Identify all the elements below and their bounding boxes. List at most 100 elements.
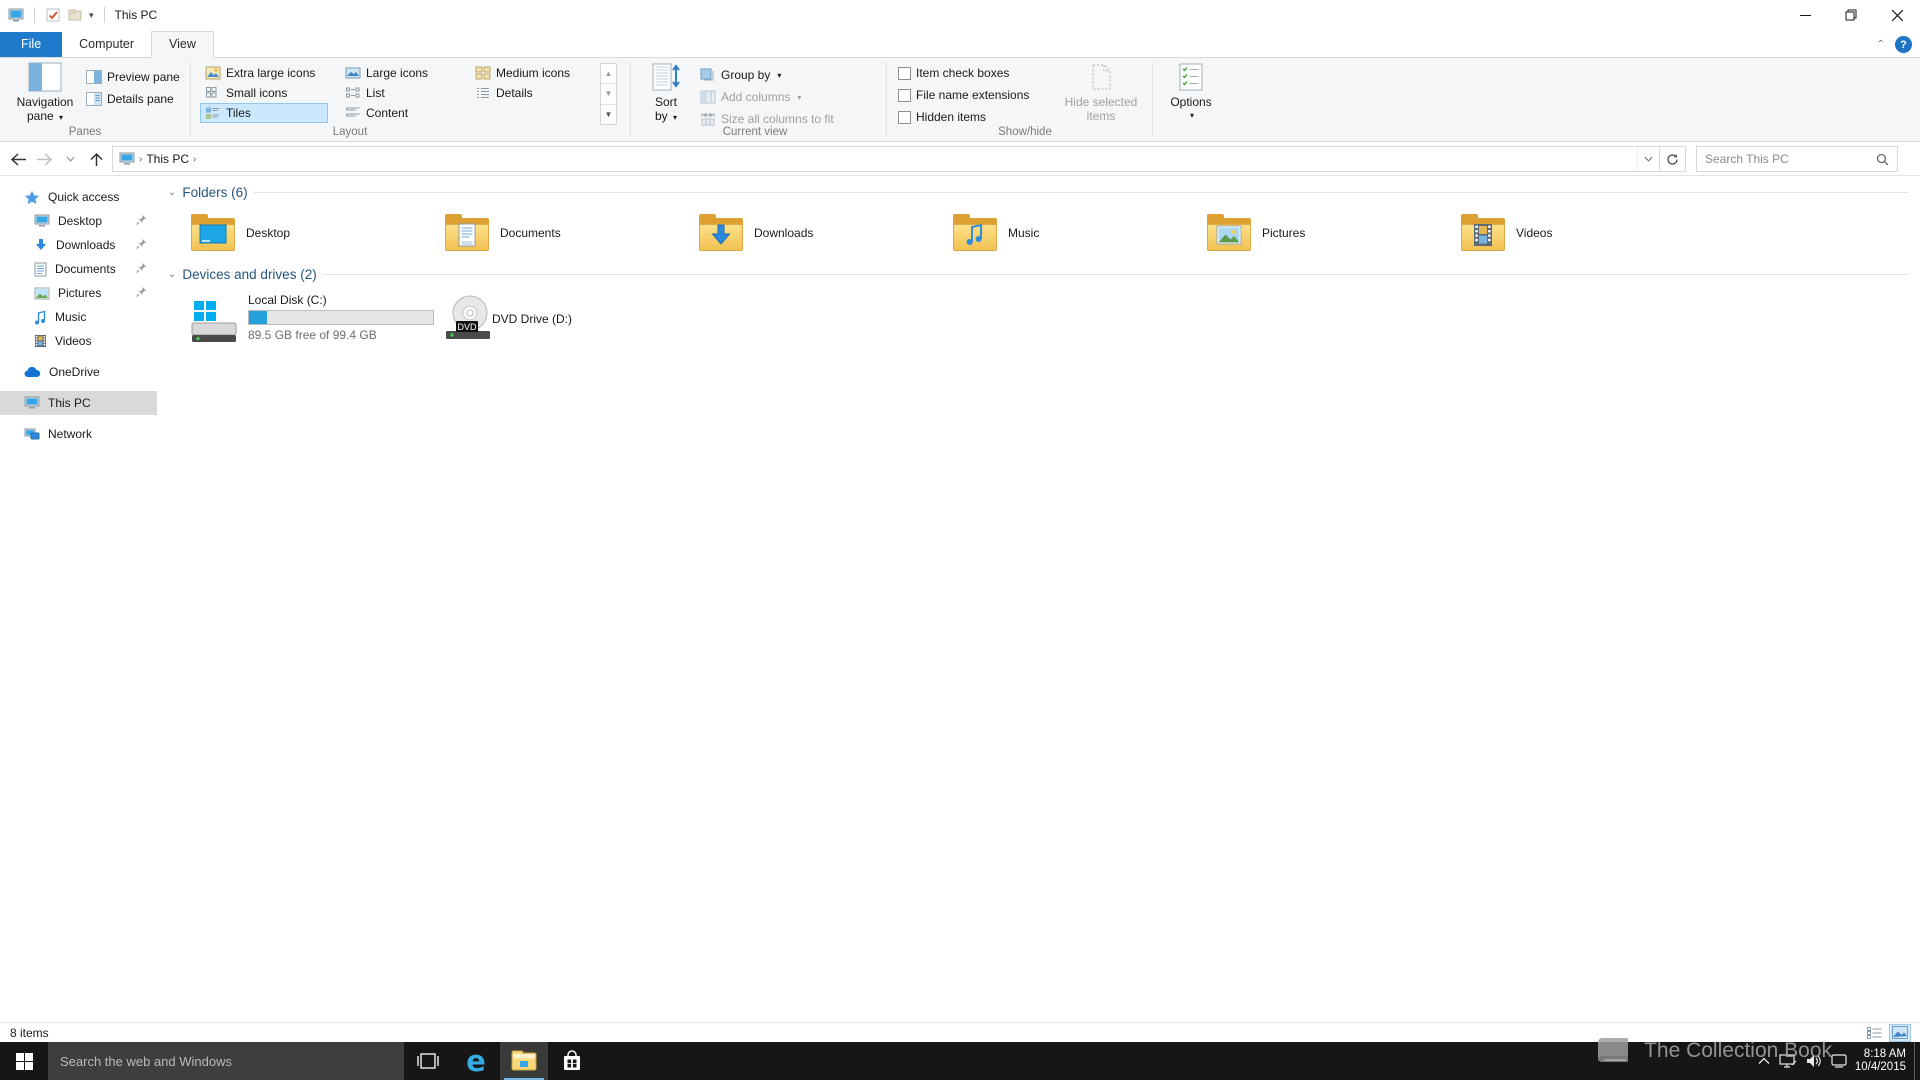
group-by-icon <box>700 68 716 82</box>
sidebar-item-this-pc[interactable]: This PC <box>0 391 157 415</box>
layout-details[interactable]: Details <box>470 83 538 103</box>
taskbar-clock[interactable]: 8:18 AM 10/4/2015 <box>1855 1048 1914 1074</box>
hide-selected-items-button[interactable]: Hide selected items <box>1058 62 1144 123</box>
add-columns-chevron-icon: ▾ <box>797 93 801 102</box>
extra-large-icons-icon <box>205 66 221 80</box>
up-button[interactable] <box>84 147 108 171</box>
options-button[interactable]: Options ▾ <box>1160 62 1222 123</box>
gallery-scroll-down-icon[interactable]: ▼ <box>601 84 616 104</box>
new-folder-icon[interactable] <box>67 7 83 23</box>
network-tray-icon[interactable] <box>1779 1054 1797 1068</box>
layout-list[interactable]: List <box>340 83 390 103</box>
group-by-button[interactable]: Group by▾ <box>700 65 781 85</box>
address-dropdown-chevron-icon[interactable] <box>1637 147 1659 171</box>
add-columns-button[interactable]: Add columns▾ <box>700 87 801 107</box>
item-check-boxes-checkbox[interactable]: Item check boxes <box>898 63 1009 83</box>
group-separator <box>886 62 887 137</box>
details-view-toggle[interactable] <box>1864 1025 1884 1041</box>
layout-medium-icons[interactable]: Medium icons <box>470 63 575 83</box>
drives-collapse-chevron-icon[interactable]: ⌄ <box>168 269 176 280</box>
group-by-chevron-icon: ▾ <box>777 71 781 80</box>
task-view-button[interactable] <box>404 1042 452 1080</box>
gallery-more-icon[interactable]: ▼ <box>601 105 616 124</box>
address-bar[interactable]: › This PC › <box>112 146 1660 172</box>
sidebar-item-pictures[interactable]: Pictures <box>0 281 157 305</box>
refresh-button[interactable] <box>1660 146 1686 172</box>
sidebar-item-quick-access[interactable]: Quick access <box>0 185 157 209</box>
system-tray <box>1758 1054 1855 1068</box>
quick-access-toolbar: ▾ <box>0 7 109 23</box>
thumbnail-view-toggle[interactable] <box>1890 1025 1910 1041</box>
folders-collapse-chevron-icon[interactable]: ⌄ <box>168 187 176 198</box>
taskbar-search-input[interactable]: Search the web and Windows <box>48 1042 404 1080</box>
breadcrumb-path[interactable]: This PC <box>146 152 189 166</box>
tab-computer[interactable]: Computer <box>62 32 151 57</box>
drive-tile-dvd-d[interactable]: DVD DVD Drive (D:) <box>444 293 744 345</box>
breadcrumb-chevron-icon: › <box>139 154 142 165</box>
sidebar-item-music[interactable]: Music <box>0 305 157 329</box>
sidebar-item-onedrive[interactable]: OneDrive <box>0 360 157 384</box>
layout-content[interactable]: Content <box>340 103 413 123</box>
layout-tiles[interactable]: Tiles <box>200 103 328 123</box>
navigation-pane-button[interactable]: Navigation pane ▾ <box>10 62 80 125</box>
layout-gallery-scrollbar[interactable]: ▲ ▼ ▼ <box>600 63 617 125</box>
file-list-area[interactable]: ⌄ Folders (6) Desktop Documents <box>157 177 1920 1022</box>
store-button[interactable] <box>548 1042 596 1080</box>
sidebar-item-documents[interactable]: Documents <box>0 257 157 281</box>
recent-locations-chevron-icon[interactable] <box>58 147 82 171</box>
item-count: 8 items <box>10 1026 49 1040</box>
gallery-scroll-up-icon[interactable]: ▲ <box>601 64 616 84</box>
edge-browser-button[interactable]: e <box>452 1042 500 1080</box>
back-button[interactable] <box>6 147 30 171</box>
collapse-ribbon-icon[interactable]: ⌃ <box>1877 39 1885 50</box>
file-name-extensions-checkbox[interactable]: File name extensions <box>898 85 1029 105</box>
breadcrumb-chevron-icon[interactable]: › <box>193 154 196 165</box>
sidebar-item-network[interactable]: Network <box>0 422 157 446</box>
restore-button[interactable] <box>1828 0 1874 30</box>
breadcrumb[interactable]: › This PC › <box>113 147 202 171</box>
show-desktop-button[interactable] <box>1914 1042 1920 1080</box>
file-explorer-button[interactable] <box>500 1042 548 1080</box>
qat-customize-chevron-icon[interactable]: ▾ <box>89 10 94 21</box>
onedrive-cloud-icon <box>24 366 41 378</box>
layout-small-icons[interactable]: Small icons <box>200 83 292 103</box>
close-button[interactable] <box>1874 0 1920 30</box>
sidebar-item-downloads[interactable]: Downloads <box>0 233 157 257</box>
forward-button[interactable] <box>32 147 56 171</box>
drives-group-header[interactable]: ⌄ Devices and drives (2) <box>168 267 1908 282</box>
folder-tile-downloads[interactable]: Downloads <box>698 211 946 255</box>
search-input[interactable]: Search This PC <box>1696 146 1898 172</box>
navigation-pane-icon <box>28 62 62 92</box>
properties-check-icon[interactable] <box>45 7 61 23</box>
hidden-icons-chevron-icon[interactable] <box>1758 1057 1770 1065</box>
folder-tile-music[interactable]: Music <box>952 211 1200 255</box>
sort-by-button[interactable]: Sort by ▾ <box>638 62 694 125</box>
sidebar-item-desktop[interactable]: Desktop <box>0 209 157 233</box>
preview-pane-button[interactable]: Preview pane <box>86 67 180 87</box>
folder-tile-pictures[interactable]: Pictures <box>1206 211 1454 255</box>
folder-tile-documents[interactable]: Documents <box>444 211 692 255</box>
start-button[interactable] <box>0 1042 48 1080</box>
tab-view[interactable]: View <box>151 31 214 58</box>
taskbar-search-placeholder: Search the web and Windows <box>60 1054 232 1069</box>
folder-tile-desktop[interactable]: Desktop <box>190 211 438 255</box>
hidden-items-checkbox[interactable]: Hidden items <box>898 107 986 127</box>
layout-extra-large-icons[interactable]: Extra large icons <box>200 63 320 83</box>
network-icon <box>24 427 40 441</box>
add-columns-icon <box>700 90 716 104</box>
action-center-icon[interactable] <box>1831 1054 1847 1068</box>
details-pane-button[interactable]: Details pane <box>86 89 174 109</box>
downloads-icon <box>34 238 48 252</box>
minimize-button[interactable] <box>1782 0 1828 30</box>
list-icon <box>345 86 361 100</box>
folders-group-header[interactable]: ⌄ Folders (6) <box>168 185 1908 200</box>
folder-tile-videos[interactable]: Videos <box>1460 211 1708 255</box>
sidebar-item-videos[interactable]: Videos <box>0 329 157 353</box>
current-view-group-label: Current view <box>660 126 850 138</box>
layout-group-label: Layout <box>260 126 440 138</box>
tab-file[interactable]: File <box>0 32 62 57</box>
volume-tray-icon[interactable] <box>1806 1054 1822 1068</box>
search-icon[interactable] <box>1876 153 1889 166</box>
layout-large-icons[interactable]: Large icons <box>340 63 433 83</box>
help-icon[interactable]: ? <box>1895 36 1912 53</box>
